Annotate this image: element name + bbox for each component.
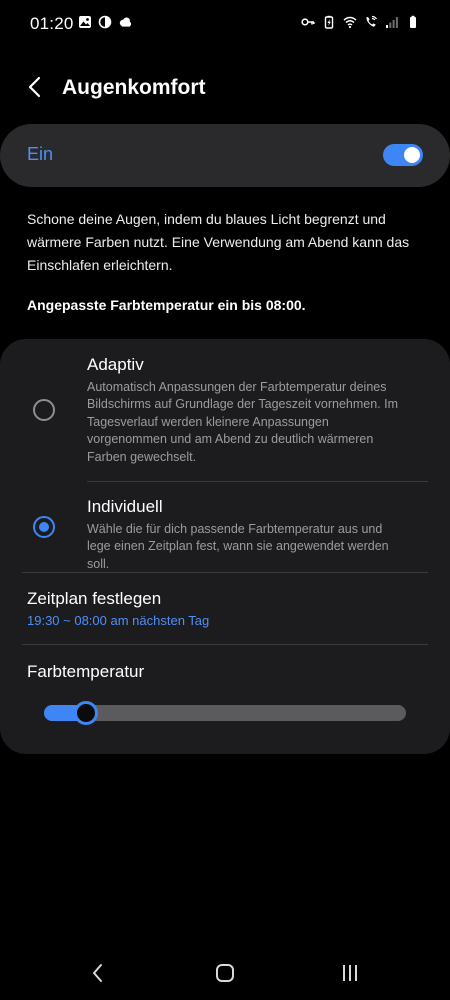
key-icon [301,15,315,29]
color-temperature-slider[interactable] [44,701,406,725]
option-adaptive-description: Automatisch Anpassungen der Farbtemperat… [87,380,399,464]
back-button[interactable] [18,72,52,106]
schedule-title: Zeitplan festlegen [27,589,162,608]
screen: 01:20 Augenkomfort Ein Schone deine Auge… [0,0,450,1000]
status-bar: 01:20 [0,0,450,48]
header: Augenkomfort [0,66,450,114]
wifi-call-icon [364,15,378,29]
nav-recents-button[interactable] [330,960,370,990]
gallery-icon [78,15,92,29]
status-right-icons [301,15,420,29]
home-icon [215,963,235,988]
feature-description: Schone deine Augen, indem du blaues Lich… [27,211,410,273]
switch-knob [404,147,420,163]
option-individual-description: Wähle die für dich passende Farbtemperat… [87,522,389,571]
option-individual-title: Individuell [87,497,163,516]
radio-adaptive[interactable] [33,399,55,421]
status-left-icons [78,15,132,29]
radio-individual[interactable] [33,516,55,538]
main-toggle-card[interactable]: Ein [0,124,450,187]
cloud-icon [118,15,132,29]
color-temperature-title: Farbtemperatur [27,662,145,681]
battery-icon [406,15,420,29]
chevron-left-icon [27,75,43,104]
back-icon [91,963,105,988]
options-card: Adaptiv Automatisch Anpassungen der Farb… [0,339,450,754]
nav-home-button[interactable] [205,960,245,990]
recents-icon [340,963,360,988]
main-toggle-label: Ein [27,144,54,164]
nav-back-button[interactable] [78,960,118,990]
page-title: Augenkomfort [62,76,206,99]
slider-track [44,705,406,721]
signal-icon [385,15,399,29]
option-adaptive-title: Adaptiv [87,355,144,374]
slider-thumb[interactable] [74,701,98,725]
radio-selected-dot [39,522,49,532]
battery-saver-icon [322,15,336,29]
divider [22,572,428,573]
schedule-note: Angepasste Farbtemperatur ein bis 08:00. [27,297,306,313]
color-temperature-row: Farbtemperatur [0,657,450,737]
wifi-icon [343,15,357,29]
schedule-row[interactable]: Zeitplan festlegen 19:30 ~ 08:00 am näch… [0,585,450,639]
divider [22,644,428,645]
main-toggle-switch[interactable] [383,144,423,166]
status-time: 01:20 [30,14,74,33]
navigation-bar [0,950,450,1000]
option-adaptive[interactable]: Adaptiv Automatisch Anpassungen der Farb… [0,355,450,481]
schedule-value: 19:30 ~ 08:00 am nächsten Tag [27,613,210,628]
half-circle-icon [98,15,112,29]
divider [87,481,428,482]
option-individual[interactable]: Individuell Wähle die für dich passende … [0,497,450,571]
